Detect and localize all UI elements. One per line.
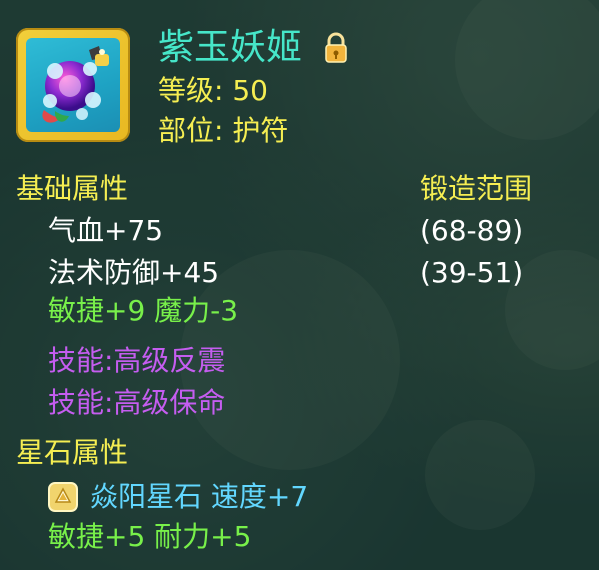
- star-stone-name: 焱阳星石 速度+7: [90, 480, 309, 513]
- skill-line-1: 技能:高级反震: [48, 344, 226, 377]
- basic-stat-hp: 气血+75: [48, 214, 164, 247]
- bonus-stats: 敏捷+9 魔力-3: [48, 294, 239, 327]
- amulet-icon: [16, 28, 130, 142]
- item-name: 紫玉妖姬: [158, 27, 303, 68]
- star-stone-bonus: 敏捷+5 耐力+5: [48, 520, 252, 553]
- basic-stat-magic-defense-range: (39-51): [420, 256, 524, 289]
- item-slot: 部位: 护符: [158, 114, 289, 147]
- item-icon-art: [26, 38, 120, 132]
- basic-stat-hp-range: (68-89): [420, 214, 524, 247]
- item-level: 等级: 50: [158, 74, 268, 107]
- basic-stat-magic-defense: 法术防御+45: [48, 256, 220, 289]
- basic-attributes-title: 基础属性: [16, 172, 129, 205]
- skill-line-2: 技能:高级保命: [48, 386, 226, 419]
- star-stone-icon: [48, 482, 78, 512]
- lock-icon: [325, 32, 347, 63]
- star-stone-title: 星石属性: [16, 436, 129, 469]
- amulet-art: [42, 46, 109, 123]
- forge-range-title: 锻造范围: [420, 172, 533, 205]
